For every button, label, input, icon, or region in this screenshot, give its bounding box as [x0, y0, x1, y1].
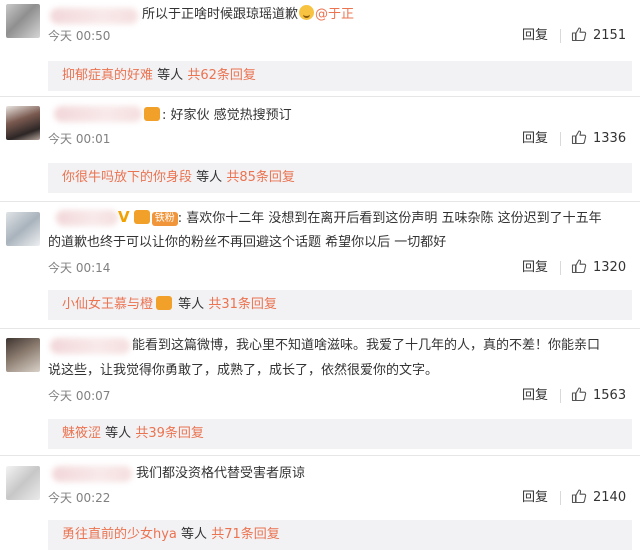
thumbs-up-icon: [571, 27, 587, 42]
comment-body: 能看到这篇微博，我心里不知道啥滋味。我爱了十几年的人，真的不差！你能亲口: [132, 338, 601, 353]
sub-reply-count[interactable]: 共62条回复: [187, 68, 256, 83]
sub-replies[interactable]: 小仙女王慕与橙 等人 共31条回复: [48, 290, 632, 320]
sub-reply-count[interactable]: 共31条回复: [208, 297, 277, 312]
comment-body: 喜欢你十二年 没想到在离开后看到这份声明 五味杂陈 这份迟到了十五年: [186, 211, 602, 226]
thumbs-up-icon: [571, 489, 587, 504]
like-button[interactable]: 1320: [571, 258, 626, 278]
sub-reply-others: 等人: [181, 527, 208, 542]
divider: [560, 132, 561, 146]
like-count: 2151: [593, 28, 627, 43]
avatar[interactable]: [6, 106, 40, 140]
thumbs-up-icon: [571, 130, 587, 145]
reply-button[interactable]: 回复: [522, 26, 548, 46]
comment-text: : 好家伙 感觉热搜预订: [144, 103, 292, 129]
like-count: 1320: [593, 260, 627, 275]
comment-body-cont: 说这些，让我觉得你勇敢了，成熟了，成长了，依然很爱你的文字。: [48, 363, 439, 378]
mention-link[interactable]: @于正: [315, 7, 354, 22]
divider: [560, 261, 561, 275]
comment-body: 我们都没资格代替受害者原谅: [136, 466, 306, 481]
sub-reply-count[interactable]: 共85条回复: [226, 170, 295, 185]
like-count: 1336: [593, 131, 627, 146]
avatar[interactable]: [6, 4, 40, 38]
fan-badge: 铁粉: [151, 212, 178, 226]
like-button[interactable]: 2151: [571, 26, 626, 46]
sub-reply-count[interactable]: 共71条回复: [211, 527, 280, 542]
divider: [560, 491, 561, 505]
divider: [560, 389, 561, 403]
divider: [560, 29, 561, 43]
separator: [0, 328, 640, 329]
sub-reply-others: 等人: [196, 170, 223, 185]
crown-icon: [144, 107, 160, 121]
comment-body-cont: 的道歉也终于可以让你的粉丝不再回避这个话题 希望你以后 一切都好: [48, 235, 447, 250]
like-button[interactable]: 1563: [571, 386, 626, 406]
sub-reply-others: 等人: [105, 426, 132, 441]
thumbs-up-icon: [571, 387, 587, 402]
comment-time: 今天 00:01: [48, 132, 111, 146]
sub-reply-user[interactable]: 勇往直前的少女hya: [62, 527, 177, 542]
comment-body: 好家伙 感觉热搜预订: [170, 108, 292, 123]
sub-reply-others: 等人: [178, 297, 205, 312]
comment-time: 今天 00:14: [48, 261, 111, 275]
sub-reply-user[interactable]: 小仙女王慕与橙: [62, 297, 153, 312]
comment-body: 所以于正啥时候跟琼瑶道歉: [142, 7, 299, 22]
separator: [0, 455, 640, 456]
separator: [0, 96, 640, 97]
sub-reply-user[interactable]: 抑郁症真的好难: [62, 68, 153, 83]
crown-icon: [133, 210, 150, 224]
avatar[interactable]: [6, 338, 40, 372]
reply-button[interactable]: 回复: [522, 386, 548, 406]
reply-button[interactable]: 回复: [522, 129, 548, 149]
sub-replies[interactable]: 你很牛吗放下的你身段 等人 共85条回复: [48, 163, 632, 193]
crown-icon: [156, 296, 173, 310]
username-blurred[interactable]: [52, 466, 132, 482]
username-blurred[interactable]: [50, 8, 138, 24]
sub-replies[interactable]: 勇往直前的少女hya 等人 共71条回复: [48, 520, 632, 550]
like-count: 1563: [593, 388, 627, 403]
separator: [0, 201, 640, 202]
avatar[interactable]: [6, 212, 40, 246]
grinning-face-icon: [299, 5, 315, 20]
comment-time: 今天 00:50: [48, 29, 111, 43]
sub-reply-user[interactable]: 你很牛吗放下的你身段: [62, 170, 192, 185]
like-button[interactable]: 2140: [571, 488, 626, 508]
username-blurred[interactable]: [50, 338, 130, 354]
sub-reply-user[interactable]: 魅筱涩: [62, 426, 101, 441]
comment-time: 今天 00:22: [48, 491, 111, 505]
sub-replies[interactable]: 抑郁症真的好难 等人 共62条回复: [48, 61, 632, 91]
comment-time: 今天 00:07: [48, 389, 111, 403]
like-button[interactable]: 1336: [571, 129, 626, 149]
sub-reply-others: 等人: [157, 68, 184, 83]
sub-reply-count[interactable]: 共39条回复: [135, 426, 204, 441]
verified-v-icon: V: [118, 208, 130, 226]
username-blurred[interactable]: [54, 106, 142, 122]
sub-replies[interactable]: 魅筱涩 等人 共39条回复: [48, 419, 632, 449]
avatar[interactable]: [6, 466, 40, 500]
comment-text: 所以于正啥时候跟琼瑶道歉 @于正: [142, 2, 354, 28]
comment-text: V 铁粉: 喜欢你十二年 没想到在离开后看到这份声明 五味杂陈 这份迟到了十五年: [118, 208, 602, 226]
like-count: 2140: [593, 490, 627, 505]
username-blurred[interactable]: [56, 210, 118, 226]
reply-button[interactable]: 回复: [522, 258, 548, 278]
reply-button[interactable]: 回复: [522, 488, 548, 508]
thumbs-up-icon: [571, 259, 587, 274]
